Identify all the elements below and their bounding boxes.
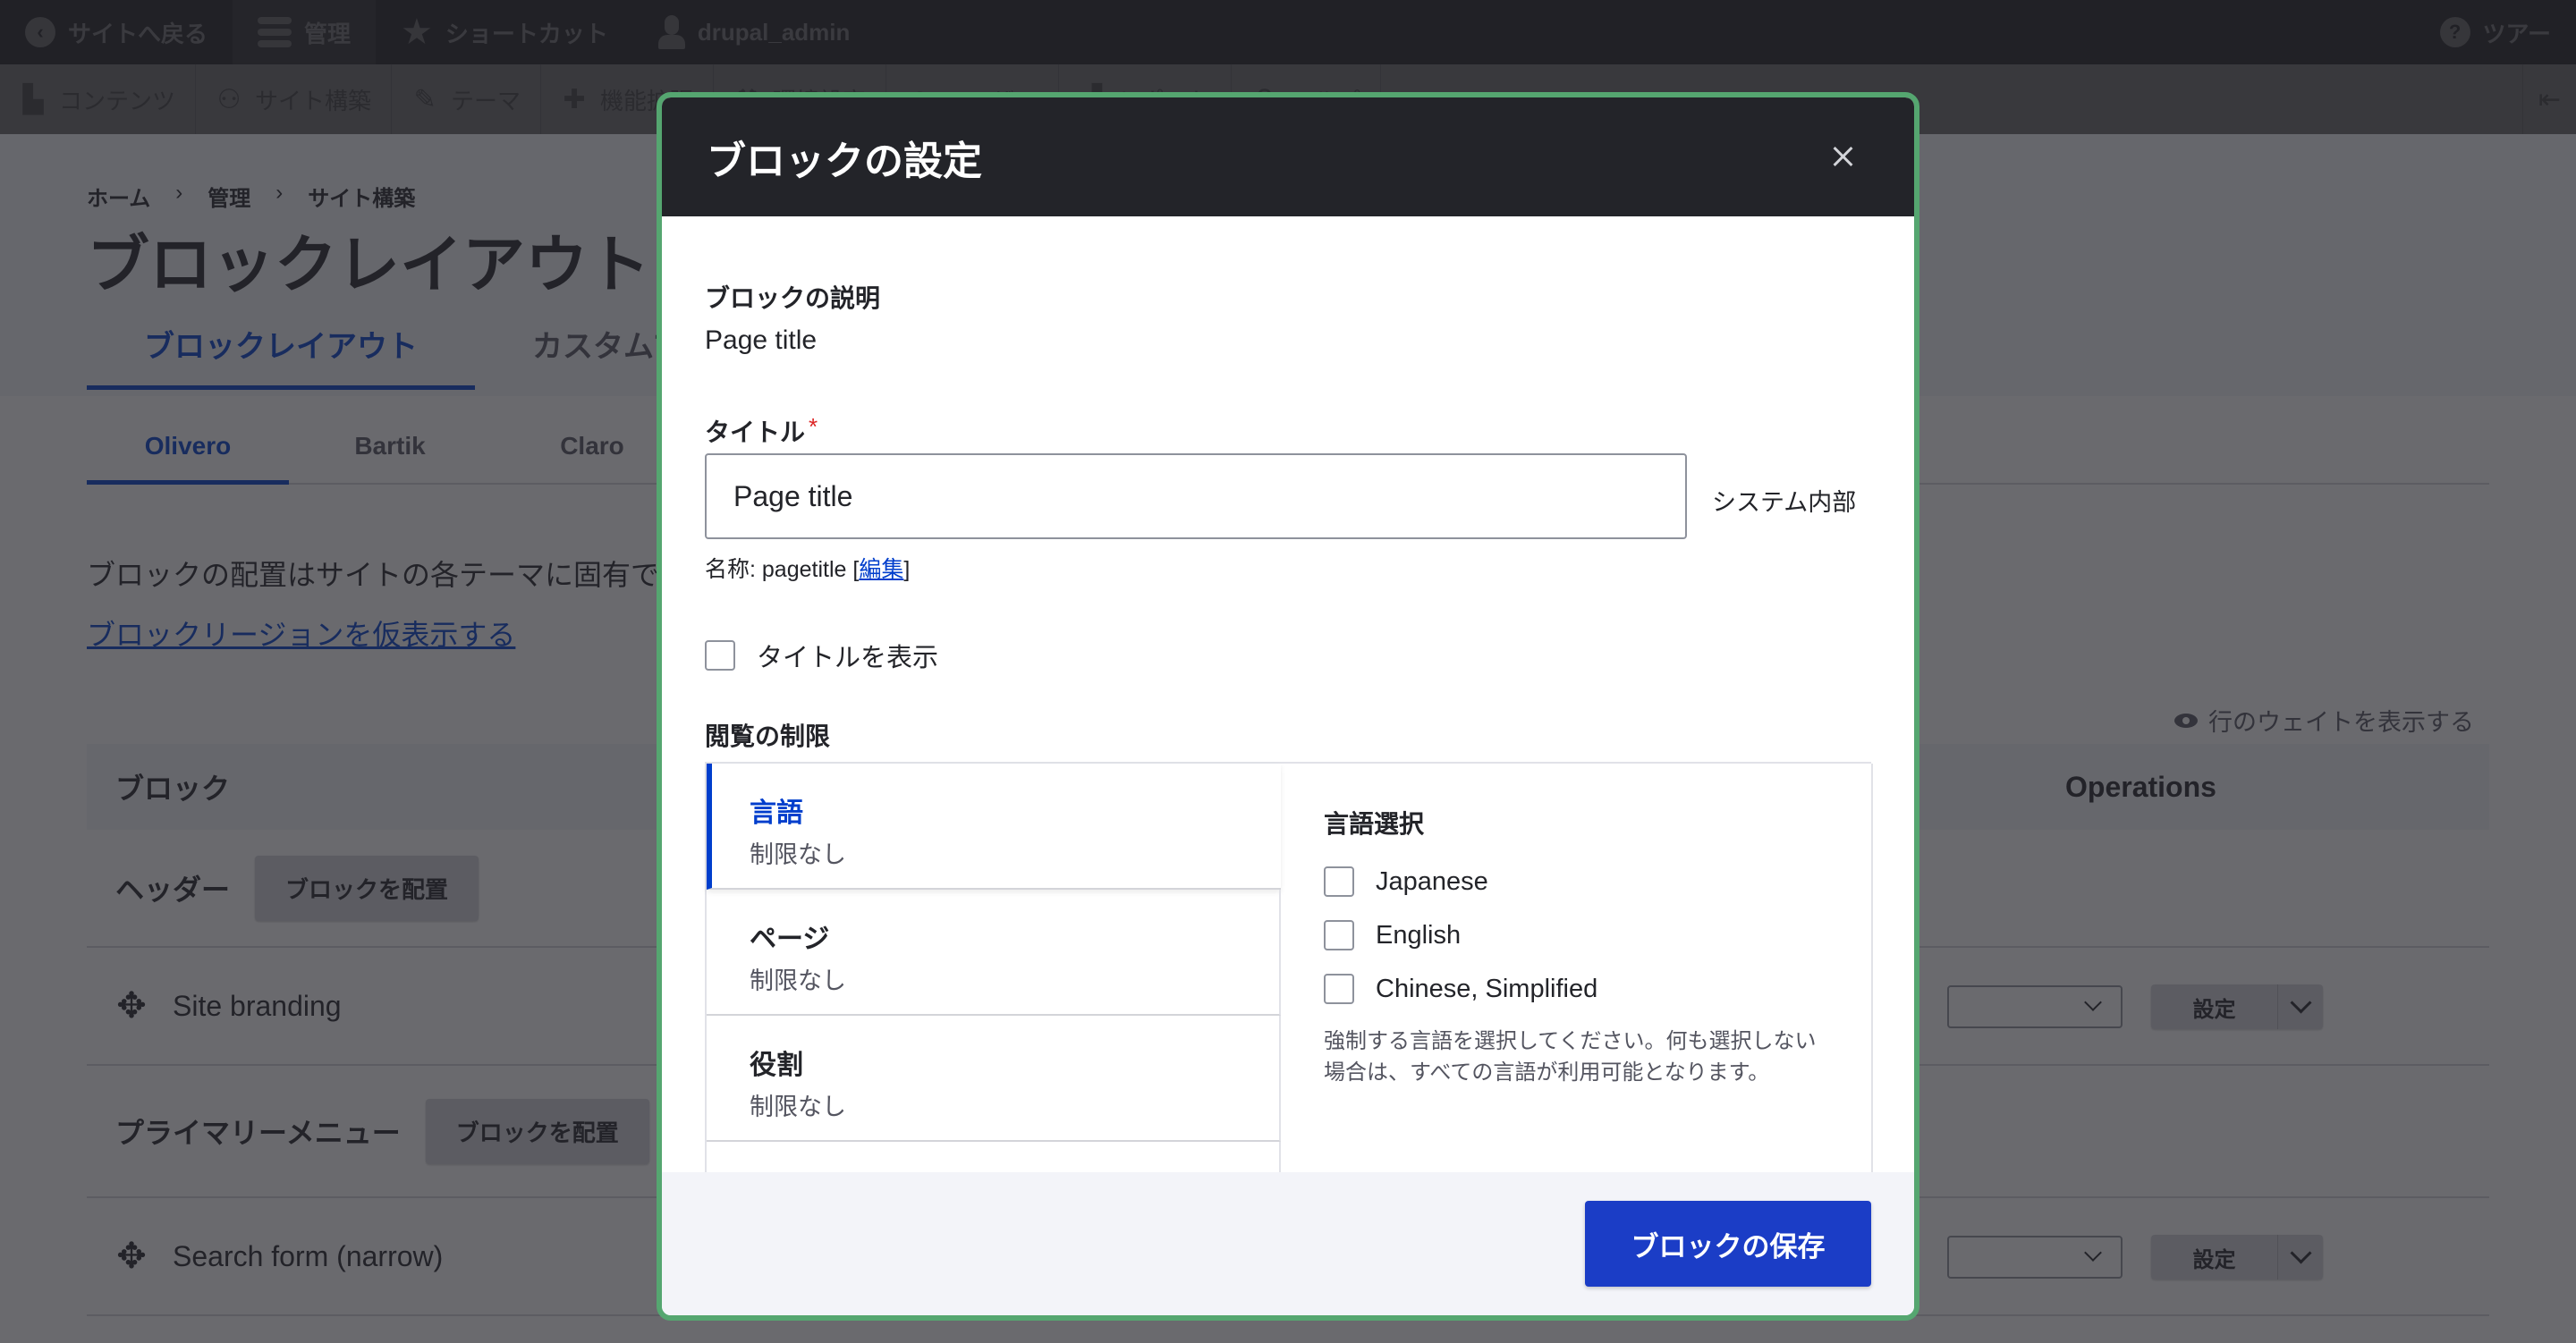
language-selection-label: 言語選択 (1324, 810, 1425, 838)
vertical-tab-pages[interactable]: ページ 制限なし (707, 890, 1281, 1016)
block-description: ブロックの説明 Page title (705, 284, 881, 355)
required-marker: * (809, 413, 818, 440)
japanese-checkbox[interactable] (1324, 866, 1354, 897)
display-title-checkbox[interactable] (705, 640, 735, 671)
visibility-vertical-tabs: 言語 制限なし ページ 制限なし 役割 制限なし 言語選択 Japanese E… (705, 762, 1873, 1172)
language-option: English (1324, 908, 1828, 962)
dialog-body: ブロックの説明 Page title タイトル * Page title システ… (662, 216, 1914, 1172)
language-help-text: 強制する言語を選択してください。何も選択しない場合は、すべての言語が利用可能とな… (1324, 1029, 1817, 1085)
machine-name: 名称: pagetitle [編集] (705, 557, 911, 582)
display-title-checkbox-row: タイトルを表示 (705, 637, 938, 674)
save-block-button[interactable]: ブロックの保存 (1585, 1201, 1871, 1287)
language-option: Japanese (1324, 855, 1828, 908)
english-checkbox[interactable] (1324, 920, 1354, 950)
title-label: タイトル * (705, 413, 818, 446)
vertical-tab-list: 言語 制限なし ページ 制限なし 役割 制限なし (707, 764, 1281, 1172)
configure-block-dialog: ブロックの設定 ブロックの説明 Page title タイトル * Page t… (657, 92, 1919, 1321)
language-pane: 言語選択 Japanese English Chinese, Simplifie… (1281, 764, 1873, 1172)
title-input[interactable]: Page title (705, 453, 1687, 539)
chinese-simplified-checkbox[interactable] (1324, 974, 1354, 1004)
machine-name-edit-link[interactable]: 編集 (859, 557, 903, 582)
visibility-label: 閲覧の制限 (705, 722, 831, 750)
close-icon[interactable] (1826, 140, 1859, 173)
vertical-tab-language[interactable]: 言語 制限なし (707, 764, 1281, 890)
dialog-footer: ブロックの保存 (662, 1172, 1914, 1315)
dialog-title: ブロックの設定 (707, 139, 982, 183)
dialog-header: ブロックの設定 (662, 97, 1914, 216)
language-option: Chinese, Simplified (1324, 962, 1828, 1016)
vertical-tab-more[interactable] (707, 1142, 1281, 1172)
vertical-tab-roles[interactable]: 役割 制限なし (707, 1016, 1281, 1142)
machine-name-suffix: システム内部 (1712, 489, 1857, 516)
